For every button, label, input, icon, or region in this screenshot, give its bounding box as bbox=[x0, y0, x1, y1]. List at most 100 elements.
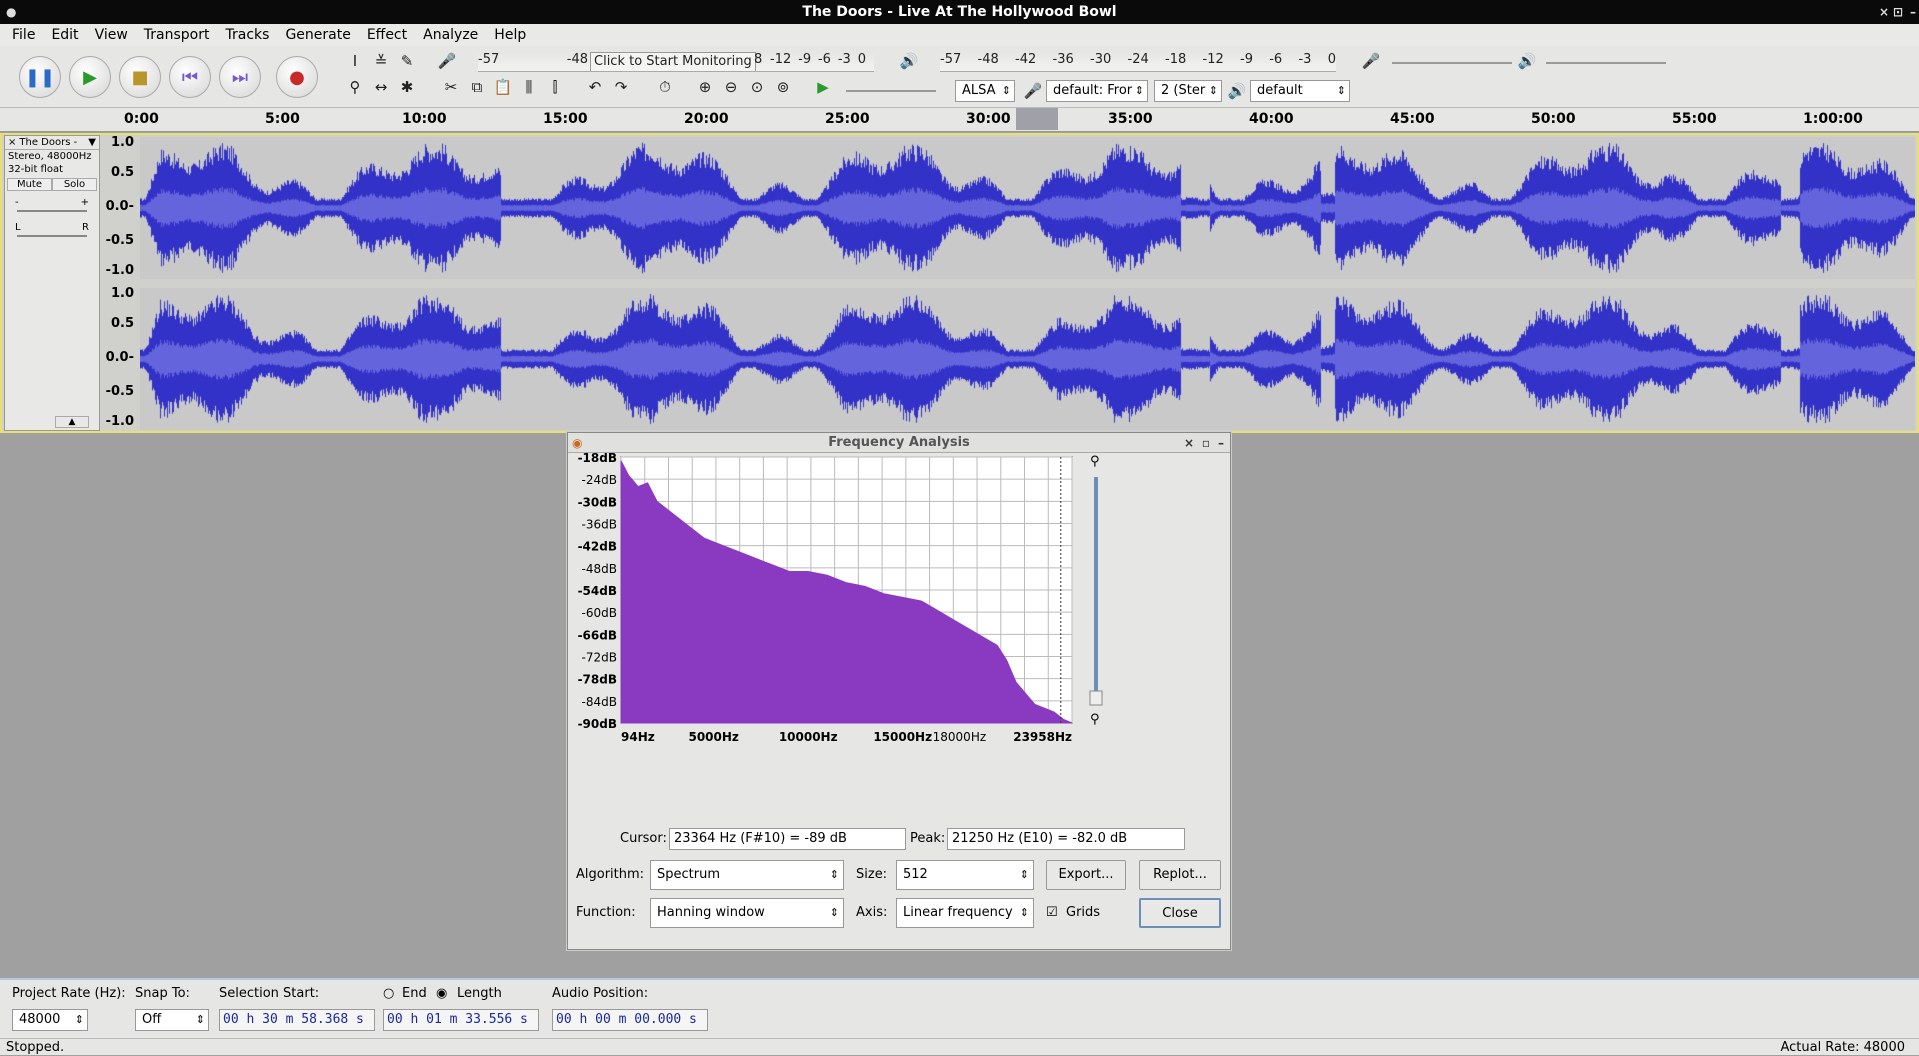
playback-meter-tick: -42 bbox=[1015, 52, 1037, 67]
menu-file[interactable]: File bbox=[6, 24, 41, 46]
timeshift-tool-icon[interactable]: ↔ bbox=[370, 76, 392, 98]
track-menu-arrow-icon[interactable]: ▼ bbox=[88, 137, 96, 148]
recording-volume-slider[interactable] bbox=[1392, 62, 1512, 64]
record-meter-mic-icon[interactable]: 🎤 bbox=[436, 50, 458, 72]
silence-icon[interactable]: ⫿ bbox=[544, 76, 566, 98]
algorithm-select[interactable]: Spectrum bbox=[650, 860, 844, 890]
waveform-left-channel[interactable] bbox=[140, 137, 1915, 279]
axis-select[interactable]: Linear frequency bbox=[896, 898, 1034, 928]
menu-effect[interactable]: Effect bbox=[361, 24, 413, 46]
envelope-tool-icon[interactable]: ≚ bbox=[370, 50, 392, 72]
playback-meter-speaker-icon[interactable]: 🔊 bbox=[898, 50, 920, 72]
start-monitoring-label[interactable]: Click to Start Monitoring bbox=[590, 52, 756, 71]
zoom-in-icon[interactable]: ⊕ bbox=[694, 76, 716, 98]
menu-generate[interactable]: Generate bbox=[279, 24, 356, 46]
ruler-label: 0:00 bbox=[124, 111, 159, 127]
minimize-window-icon[interactable]: – bbox=[1910, 0, 1916, 24]
pause-icon: ❚❚ bbox=[24, 66, 56, 88]
spectrum-plot[interactable]: -18dB -24dB -30dB -36dB -42dB -48dB -54dB -60dB… bbox=[568, 453, 1230, 848]
y-tick-label: -90dB bbox=[578, 717, 617, 731]
collapse-track-icon[interactable]: ▲ bbox=[55, 416, 89, 428]
peak-readout: 21250 Hz (E10) = -82.0 dB bbox=[947, 828, 1185, 850]
paste-icon[interactable]: 📋 bbox=[492, 76, 514, 98]
record-button[interactable]: ● bbox=[276, 56, 318, 98]
menu-analyze[interactable]: Analyze bbox=[417, 24, 484, 46]
pan-slider[interactable] bbox=[17, 235, 87, 237]
solo-button[interactable]: Solo bbox=[52, 178, 97, 191]
zoom-out-icon[interactable]: ⊖ bbox=[720, 76, 742, 98]
replot-button[interactable]: Replot... bbox=[1139, 860, 1221, 890]
recording-device-select[interactable]: default: Fror bbox=[1046, 80, 1148, 102]
menu-transport[interactable]: Transport bbox=[138, 24, 216, 46]
y-tick-label: -78dB bbox=[578, 673, 617, 687]
pan-right-label: R bbox=[82, 222, 89, 233]
function-select[interactable]: Hanning window bbox=[650, 898, 844, 928]
y-tick-label: -60dB bbox=[582, 606, 617, 620]
audio-position-time[interactable]: 00 h 00 m 00.000 s bbox=[552, 1009, 708, 1031]
grids-checkbox[interactable]: ☑ bbox=[1046, 905, 1058, 920]
multi-tool-icon[interactable]: ✱ bbox=[396, 76, 418, 98]
snap-to-select[interactable]: Off bbox=[135, 1009, 209, 1031]
audio-host-select[interactable]: ALSA bbox=[955, 80, 1015, 102]
play-speed-slider[interactable] bbox=[846, 90, 936, 92]
waveform-right-channel[interactable] bbox=[140, 288, 1915, 430]
size-select[interactable]: 512 bbox=[896, 860, 1034, 890]
gain-slider[interactable] bbox=[17, 210, 87, 212]
gain-plus-label: + bbox=[80, 197, 89, 208]
zoom-tool-icon[interactable]: ⚲ bbox=[344, 76, 366, 98]
menu-help[interactable]: Help bbox=[488, 24, 532, 46]
play-icon: ▶ bbox=[83, 66, 97, 88]
export-button[interactable]: Export... bbox=[1046, 860, 1126, 890]
length-radio[interactable]: ◉ bbox=[436, 986, 447, 1001]
trim-icon[interactable]: ⫼ bbox=[518, 76, 540, 98]
timeline-ruler[interactable]: 0:00 5:00 10:00 15:00 20:00 25:00 30:00 … bbox=[0, 108, 1919, 132]
end-radio[interactable]: ○ bbox=[383, 986, 394, 1001]
playback-volume-slider[interactable] bbox=[1546, 62, 1666, 64]
copy-icon[interactable]: ⧉ bbox=[466, 76, 488, 98]
ruler-label: 15:00 bbox=[543, 111, 588, 127]
dialog-minimize-icon[interactable]: – bbox=[1218, 433, 1224, 453]
ruler-label: 40:00 bbox=[1249, 111, 1294, 127]
playback-meter[interactable]: -57 -48 -42 -36 -30 -24 -18 -12 -9 -6 -3… bbox=[940, 52, 1336, 72]
cut-icon[interactable]: ✂ bbox=[440, 76, 462, 98]
playback-device-select[interactable]: default bbox=[1250, 80, 1350, 102]
sync-lock-icon[interactable]: ⏱ bbox=[654, 76, 676, 98]
record-meter-tick: -48 bbox=[566, 52, 588, 67]
fit-project-icon[interactable]: ⊚ bbox=[772, 76, 794, 98]
record-meter[interactable]: -57 -48 Click to Start Monitoring 8 -12 … bbox=[478, 52, 874, 72]
dialog-maximize-icon[interactable]: ▫ bbox=[1202, 433, 1210, 453]
maximize-window-icon[interactable]: ⊡ bbox=[1893, 0, 1903, 24]
play-button[interactable]: ▶ bbox=[69, 56, 111, 98]
menu-edit[interactable]: Edit bbox=[45, 24, 84, 46]
close-window-icon[interactable]: × bbox=[1879, 0, 1889, 24]
audio-position-label: Audio Position: bbox=[552, 986, 649, 1001]
menu-view[interactable]: View bbox=[89, 24, 134, 46]
undo-icon[interactable]: ↶ bbox=[584, 76, 606, 98]
close-button[interactable]: Close bbox=[1139, 898, 1221, 928]
dialog-close-icon[interactable]: × bbox=[1184, 433, 1194, 453]
app-menu-icon[interactable]: ● bbox=[6, 0, 16, 24]
fit-selection-icon[interactable]: ⊙ bbox=[746, 76, 768, 98]
recording-volume-mic-icon: 🎤 bbox=[1361, 52, 1381, 70]
project-rate-select[interactable]: 48000 bbox=[12, 1009, 88, 1031]
skip-end-button[interactable]: ⏭ bbox=[219, 56, 261, 98]
redo-icon[interactable]: ↷ bbox=[610, 76, 632, 98]
mute-button[interactable]: Mute bbox=[7, 178, 52, 191]
selection-start-time[interactable]: 00 h 30 m 58.368 s bbox=[219, 1009, 375, 1031]
recording-channels-select[interactable]: 2 (Ster bbox=[1154, 80, 1222, 102]
skip-start-button[interactable]: ⏮ bbox=[169, 56, 211, 98]
track-close-icon[interactable]: × bbox=[8, 137, 16, 148]
draw-tool-icon[interactable]: ✎ bbox=[396, 50, 418, 72]
selection-tool-icon[interactable]: I bbox=[344, 50, 366, 72]
selection-region-marker[interactable] bbox=[1016, 108, 1058, 130]
selection-length-time[interactable]: 00 h 01 m 33.556 s bbox=[383, 1009, 539, 1031]
ruler-label: 55:00 bbox=[1672, 111, 1717, 127]
playback-meter-tick: -30 bbox=[1090, 52, 1112, 67]
track-name-menu[interactable]: The Doors - bbox=[19, 137, 85, 148]
play-at-speed-icon[interactable]: ▶ bbox=[812, 76, 834, 98]
y-tick-label: -54dB bbox=[578, 584, 617, 598]
record-meter-tick: -6 bbox=[817, 52, 831, 67]
pause-button[interactable]: ❚❚ bbox=[19, 56, 61, 98]
stop-button[interactable]: ■ bbox=[119, 56, 161, 98]
menu-tracks[interactable]: Tracks bbox=[220, 24, 276, 46]
